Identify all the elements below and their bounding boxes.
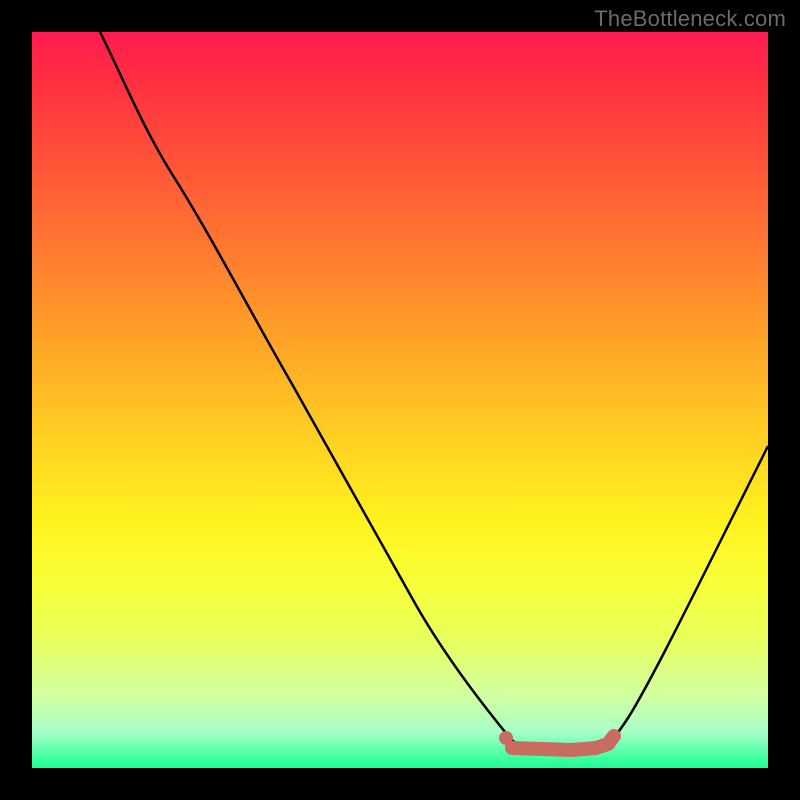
optimal-segment [512,736,614,750]
bottleneck-curve [32,32,768,768]
attribution-text: TheBottleneck.com [594,6,786,32]
curve-path [100,32,768,750]
optimal-start-dot [499,731,513,745]
plot-area [32,32,768,768]
chart-container: TheBottleneck.com [0,0,800,800]
